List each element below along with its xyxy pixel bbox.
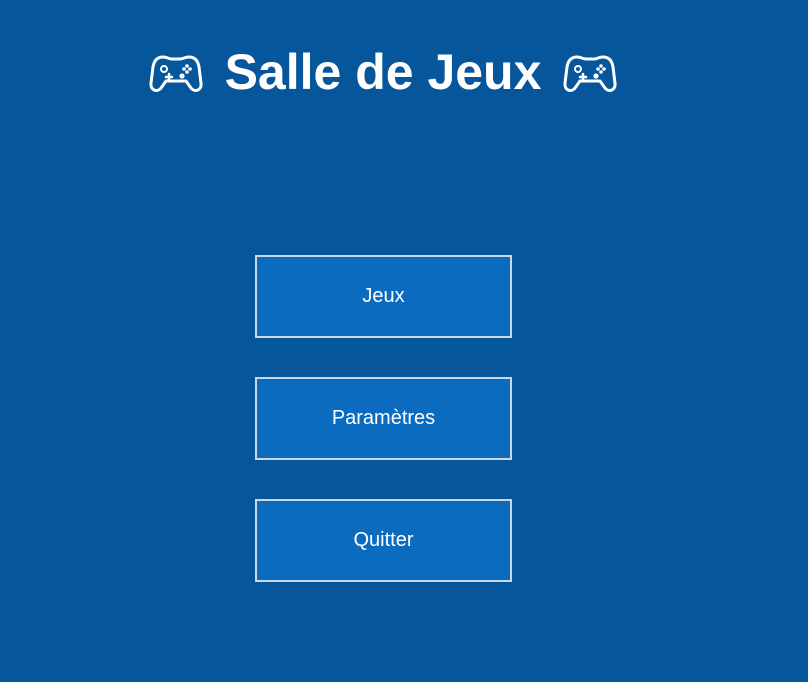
games-button[interactable]: Jeux [255, 255, 512, 338]
settings-button[interactable]: Paramètres [255, 377, 512, 460]
quit-button[interactable]: Quitter [255, 499, 512, 582]
title-bar: Salle de Jeux [0, 40, 766, 104]
page-title: Salle de Jeux [224, 44, 542, 100]
gamepad-icon [149, 55, 203, 92]
gamepad-icon [563, 55, 617, 92]
